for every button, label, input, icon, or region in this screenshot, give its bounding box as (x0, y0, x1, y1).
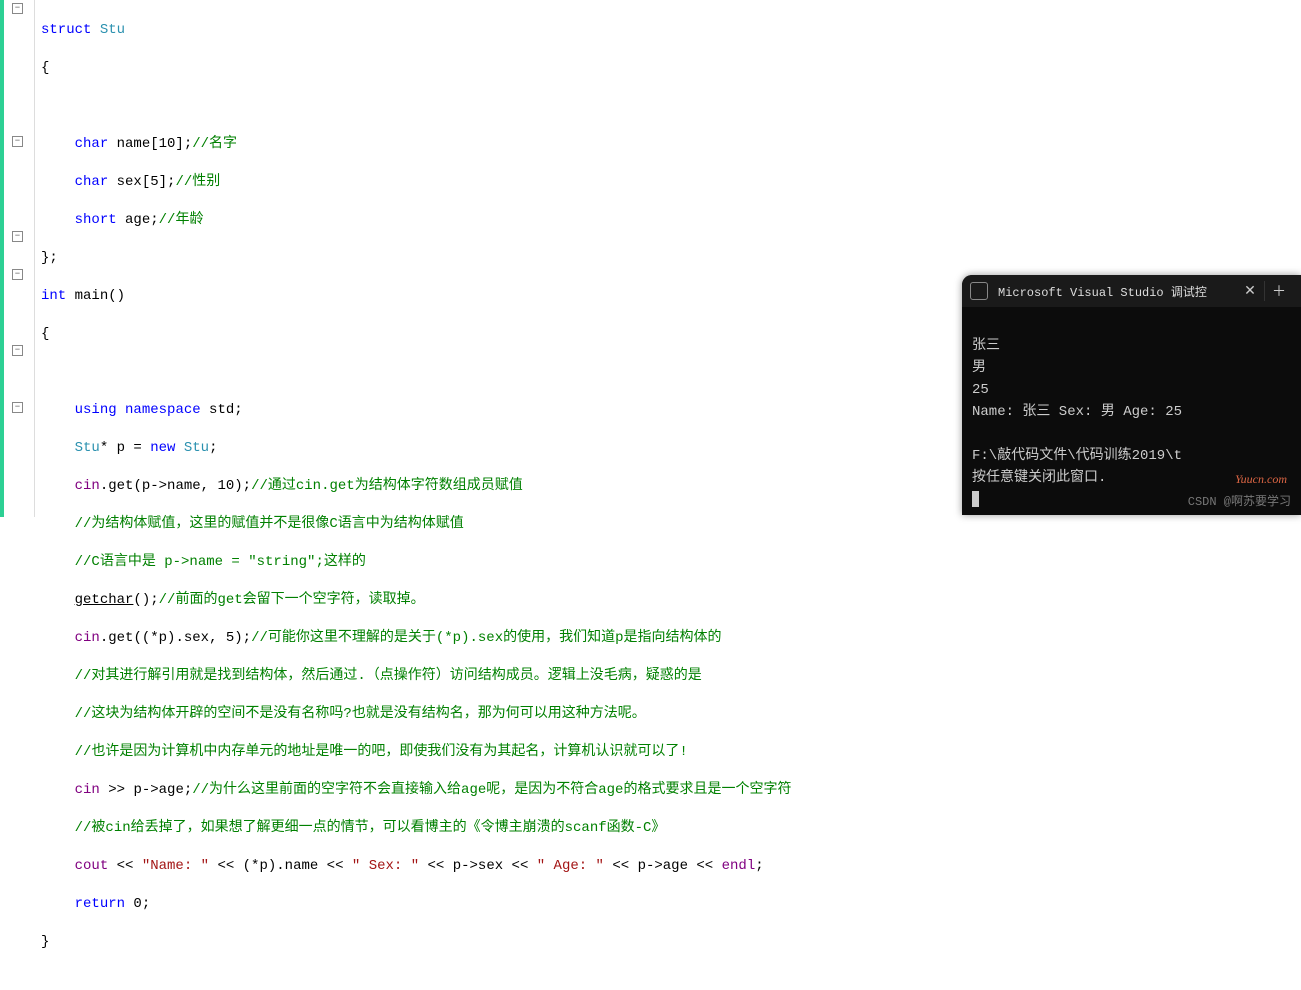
console-line: 按任意键关闭此窗口. (972, 470, 1106, 486)
keyword: using (75, 402, 117, 418)
comment: //前面的get会留下一个空字符，读取掉。 (159, 592, 425, 608)
watermark: CSDN @啊苏要学习 (1188, 492, 1291, 509)
function-call: getchar (75, 592, 134, 608)
comment: //这块为结构体开辟的空间不是没有名称吗?也就是没有结构名，那为何可以用这种方法… (75, 706, 646, 722)
type-name: Stu (100, 22, 125, 38)
fold-toggle-icon[interactable]: − (12, 231, 23, 242)
keyword: short (75, 212, 117, 228)
fold-toggle-icon[interactable]: − (12, 3, 23, 14)
comment: //为结构体赋值，这里的赋值并不是很像C语言中为结构体赋值 (75, 516, 464, 532)
console-line: 张三 (972, 338, 1000, 354)
console-line: Name: 张三 Sex: 男 Age: 25 (972, 404, 1182, 420)
plus-icon[interactable]: ＋ (1264, 281, 1293, 301)
comment: //也许是因为计算机中内存单元的地址是唯一的吧，即使我们没有为其起名，计算机认识… (75, 744, 688, 760)
console-line: F:\敲代码文件\代码训练2019\t (972, 448, 1182, 464)
comment: //C语言中是 p->name = "string";这样的 (75, 554, 366, 570)
fold-toggle-icon[interactable]: − (12, 269, 23, 280)
string: " Sex: " (352, 858, 419, 874)
code-text: * p = (100, 440, 150, 456)
console-title: Microsoft Visual Studio 调试控 (998, 283, 1236, 300)
fold-gutter: − − − − − − (0, 0, 35, 517)
identifier: endl (722, 858, 756, 874)
watermark: Yuucn.com (1235, 472, 1287, 487)
app-icon (970, 282, 988, 300)
identifier: cin (75, 478, 100, 494)
close-icon[interactable]: ✕ (1236, 283, 1264, 300)
string: "Name: " (142, 858, 209, 874)
fold-toggle-icon[interactable]: − (12, 402, 23, 413)
args: ((*p).sex, 5); (133, 630, 251, 646)
comment: //名字 (192, 136, 237, 152)
comment: //可能你这里不理解的是关于(*p).sex的使用，我们知道p是指向结构体的 (251, 630, 721, 646)
keyword: int (41, 288, 66, 304)
comment: //年龄 (159, 212, 204, 228)
declarator: age; (117, 212, 159, 228)
fold-toggle-icon[interactable]: − (12, 345, 23, 356)
method: get (108, 630, 133, 646)
type-name: Stu (175, 440, 209, 456)
keyword: namespace (125, 402, 201, 418)
brace: { (41, 326, 49, 342)
brace: { (41, 60, 49, 76)
comment: //为什么这里前面的空字符不会直接输入给age呢，是因为不符合age的格式要求且… (192, 782, 791, 798)
console-titlebar[interactable]: Microsoft Visual Studio 调试控 ✕ ＋ (962, 275, 1301, 307)
brace: } (41, 934, 49, 950)
comment: //通过cin.get为结构体字符数组成员赋值 (251, 478, 523, 494)
string: " Age: " (537, 858, 604, 874)
fold-toggle-icon[interactable]: − (12, 136, 23, 147)
identifier: std; (201, 402, 243, 418)
keyword: char (75, 174, 109, 190)
brace: }; (41, 250, 58, 266)
console-window: Microsoft Visual Studio 调试控 ✕ ＋ 张三 男 25 … (962, 275, 1301, 515)
console-line: 25 (972, 382, 989, 398)
identifier: cout (75, 858, 109, 874)
keyword: return (75, 896, 125, 912)
comment: //被cin给丢掉了，如果想了解更细一点的情节，可以看博主的《令博主崩溃的sca… (75, 820, 666, 836)
keyword: new (150, 440, 175, 456)
method: get (108, 478, 133, 494)
console-line: 男 (972, 360, 986, 376)
function-name: main() (66, 288, 125, 304)
identifier: cin (75, 782, 100, 798)
cursor-icon (972, 491, 979, 507)
keyword: struct (41, 22, 91, 38)
declarator: name[10]; (108, 136, 192, 152)
keyword: char (75, 136, 109, 152)
type-name: Stu (75, 440, 100, 456)
args: (p->name, 10); (133, 478, 251, 494)
declarator: sex[5]; (108, 174, 175, 190)
comment: //对其进行解引用就是找到结构体，然后通过.（点操作符）访问结构成员。逻辑上没毛… (75, 668, 702, 684)
identifier: cin (75, 630, 100, 646)
comment: //性别 (175, 174, 220, 190)
